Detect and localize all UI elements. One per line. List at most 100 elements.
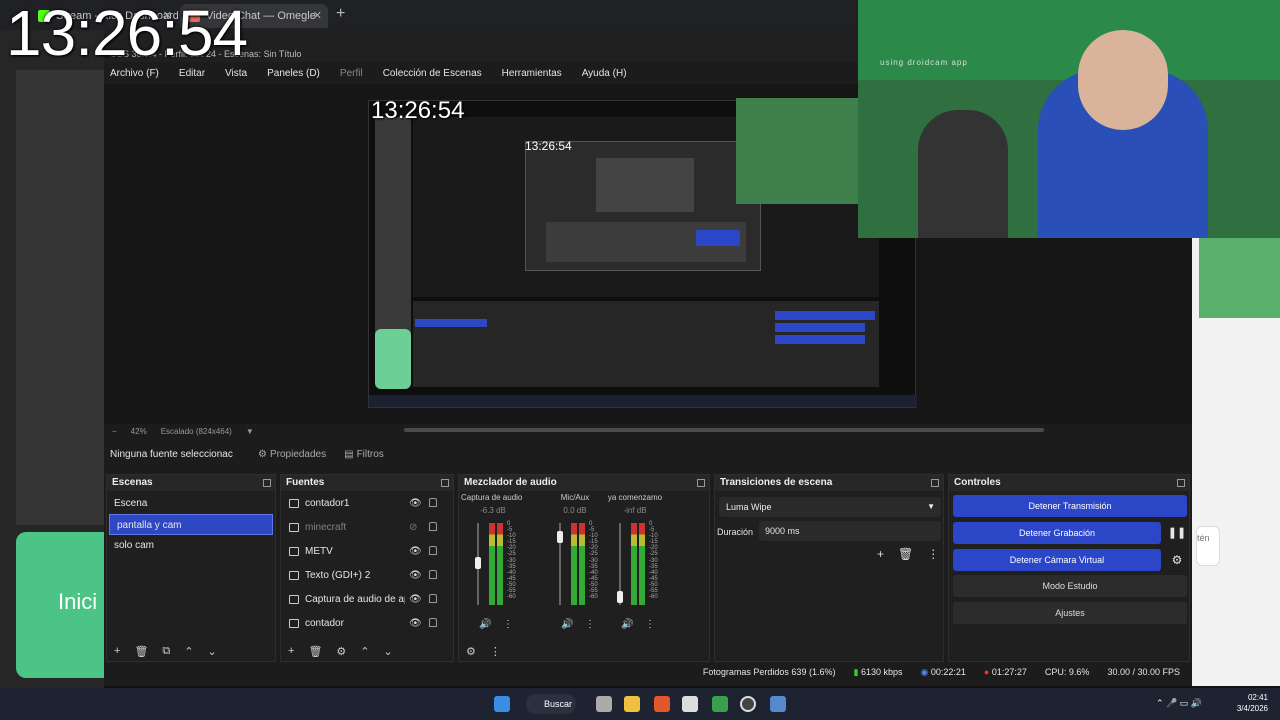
visibility-eye-icon[interactable]: 👁 <box>409 594 422 605</box>
lock-icon[interactable] <box>429 522 437 531</box>
task-view-icon[interactable] <box>596 696 612 712</box>
source-item[interactable]: Captura de audio de aplic 👁 <box>281 587 453 611</box>
undock-icon[interactable] <box>441 479 449 487</box>
remove-scene-button[interactable]: 🗑 <box>134 645 148 658</box>
scene-filters-button[interactable]: ⧉ <box>162 645 170 658</box>
settings-button[interactable]: Ajustes <box>953 602 1187 624</box>
move-down-button[interactable]: ⌄ <box>384 645 393 658</box>
channel-db: 0.0 dB <box>563 506 587 515</box>
mute-speaker-icon[interactable]: 🔊 <box>479 619 491 630</box>
menu-coleccion[interactable]: Colección de Escenas <box>383 68 482 79</box>
mixer-menu-icon[interactable]: ⋮ <box>490 645 501 658</box>
taskbar-search[interactable]: Buscar <box>526 694 576 714</box>
scale-dropdown-icon[interactable]: ▼ <box>246 427 254 436</box>
add-transition-icon[interactable]: + <box>877 547 884 561</box>
scale-tick: -60 <box>649 594 658 601</box>
windows-taskbar <box>0 688 1280 720</box>
lock-icon[interactable] <box>429 570 437 579</box>
source-item[interactable]: Texto (GDI+) 2 👁 <box>281 563 453 587</box>
volume-slider-handle[interactable] <box>617 591 623 604</box>
volume-slider-handle[interactable] <box>475 557 481 570</box>
file-explorer-icon[interactable] <box>624 696 640 712</box>
tray-clock[interactable]: 02:41 3/4/2026 <box>1220 692 1268 714</box>
windows-start-icon[interactable] <box>494 696 510 712</box>
source-type-icon <box>289 498 299 508</box>
obs-icon[interactable] <box>740 696 756 712</box>
lock-icon[interactable] <box>429 618 437 627</box>
add-source-button[interactable]: + <box>288 645 294 657</box>
zoom-out-button[interactable]: − <box>112 427 117 436</box>
channel-menu-icon[interactable]: ⋮ <box>503 619 513 630</box>
lock-icon[interactable] <box>429 498 437 507</box>
lock-icon[interactable] <box>429 546 437 555</box>
new-tab-button[interactable]: + <box>336 5 345 23</box>
zoom-level: 42% <box>130 426 147 436</box>
pause-recording-icon[interactable]: ❚❚ <box>1167 522 1187 544</box>
source-item[interactable]: contador 👁 <box>281 611 453 635</box>
virtual-camera-settings-icon[interactable]: ⚙ <box>1167 549 1187 571</box>
filters-button[interactable]: ▤ Filtros <box>344 449 384 460</box>
dock-header: Transiciones de escena <box>715 475 943 491</box>
undock-icon[interactable] <box>697 479 705 487</box>
scene-item[interactable]: solo cam <box>107 535 275 556</box>
visibility-eye-icon[interactable]: 👁 <box>409 498 422 509</box>
scene-item[interactable]: Escena <box>107 493 275 514</box>
remove-transition-icon[interactable]: 🗑 <box>898 547 913 561</box>
preview-scrollbar[interactable] <box>404 428 1044 432</box>
channel-menu-icon[interactable]: ⋮ <box>585 619 595 630</box>
source-type-icon <box>289 546 299 556</box>
stop-streaming-button[interactable]: Detener Transmisión <box>953 495 1187 517</box>
stop-virtual-camera-button[interactable]: Detener Cámara Virtual <box>953 549 1161 571</box>
menu-ayuda[interactable]: Ayuda (H) <box>582 68 627 79</box>
undock-icon[interactable] <box>931 479 939 487</box>
scene-item-selected[interactable]: pantalla y cam <box>109 514 273 535</box>
dock-header: Controles <box>949 475 1189 491</box>
channel-menu-icon[interactable]: ⋮ <box>645 619 655 630</box>
mute-speaker-icon[interactable]: 🔊 <box>621 619 633 630</box>
source-item[interactable]: METV 👁 <box>281 539 453 563</box>
duration-spinbox[interactable]: 9000 ms <box>759 521 941 541</box>
volume-slider-handle[interactable] <box>557 530 563 543</box>
move-down-button[interactable]: ⌄ <box>207 645 216 658</box>
dock-header: Mezclador de audio <box>459 475 709 491</box>
visibility-hidden-icon[interactable]: ⊘ <box>409 522 417 533</box>
browser-icon[interactable] <box>654 696 670 712</box>
minecraft-icon[interactable] <box>712 696 728 712</box>
lock-icon[interactable] <box>429 594 437 603</box>
source-properties-button[interactable]: ⚙ <box>336 645 346 658</box>
visibility-eye-icon[interactable]: 👁 <box>409 618 422 629</box>
rec-time-group: ● 01:27:27 <box>984 667 1027 677</box>
undock-icon[interactable] <box>263 479 271 487</box>
stop-recording-button[interactable]: Detener Grabación <box>953 522 1161 544</box>
channel-name: Mic/Aux <box>560 493 590 502</box>
store-icon[interactable] <box>682 696 698 712</box>
system-tray-icons[interactable]: ⌃ 🎤 ▭ 🔊 <box>1156 698 1202 709</box>
nested-ctrl-1 <box>775 311 875 320</box>
filters-label: Filtros <box>356 448 384 460</box>
scenes-toolbar: + 🗑 ⧉ ⌃ ⌄ <box>107 641 275 661</box>
transition-menu-icon[interactable]: ⋮ <box>927 547 939 561</box>
properties-label: Propiedades <box>269 448 327 460</box>
add-scene-button[interactable]: + <box>114 645 120 657</box>
visibility-eye-icon[interactable]: 👁 <box>409 570 422 581</box>
source-item[interactable]: contador1 👁 <box>281 491 453 515</box>
menu-perfil[interactable]: Perfil <box>340 68 363 79</box>
undock-icon[interactable] <box>1177 479 1185 487</box>
source-item[interactable]: minecraft ⊘ <box>281 515 453 539</box>
close-tab-icon[interactable]: ✕ <box>313 4 322 28</box>
mute-speaker-icon[interactable]: 🔊 <box>561 619 573 630</box>
visibility-eye-icon[interactable]: 👁 <box>409 546 422 557</box>
advanced-audio-icon[interactable]: ⚙ <box>466 645 476 658</box>
remove-source-button[interactable]: 🗑 <box>308 645 322 658</box>
person-face <box>1078 30 1168 130</box>
move-up-button[interactable]: ⌃ <box>184 645 193 658</box>
level-meter <box>497 523 503 605</box>
studio-mode-button[interactable]: Modo Estudio <box>953 575 1187 597</box>
move-up-button[interactable]: ⌃ <box>360 645 369 658</box>
menu-paneles[interactable]: Paneles (D) <box>267 68 320 79</box>
transition-select[interactable]: Luma Wipe ▼ <box>719 497 941 517</box>
app-icon[interactable] <box>770 696 786 712</box>
properties-button[interactable]: ⚙ Propiedades <box>258 449 326 460</box>
menu-herramientas[interactable]: Herramientas <box>502 68 562 79</box>
start-button[interactable]: Inici <box>16 532 104 678</box>
